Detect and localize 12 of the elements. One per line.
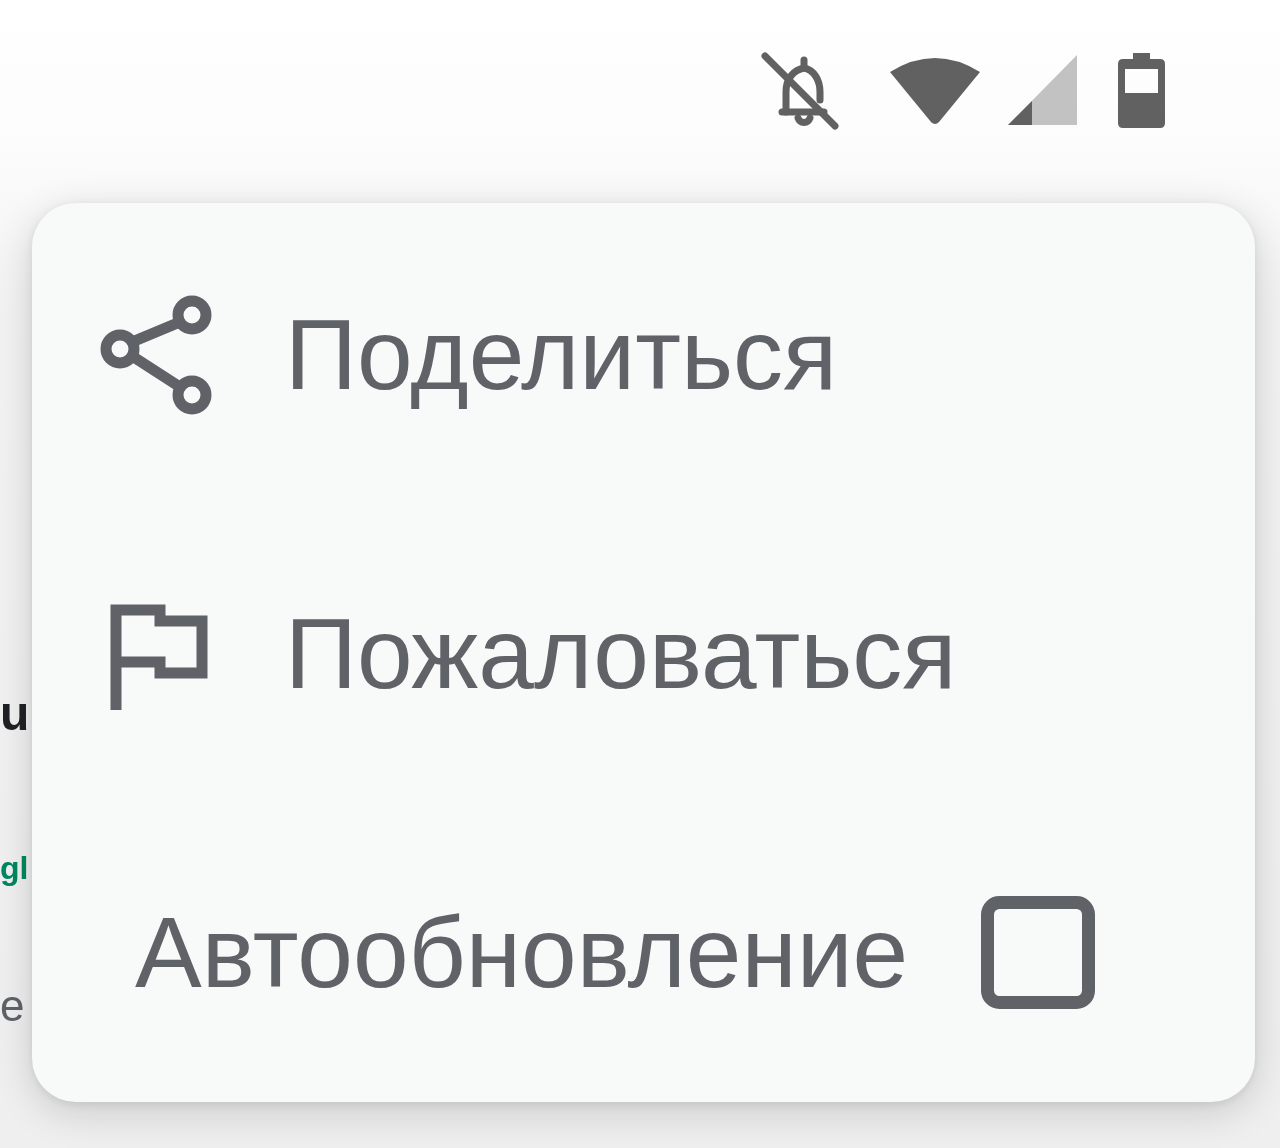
share-icon xyxy=(100,294,212,415)
bell-off-icon xyxy=(760,50,840,130)
checkbox[interactable] xyxy=(981,896,1096,1009)
heading-fragment: u xyxy=(0,690,30,738)
menu-item[interactable]: Автообновление xyxy=(32,803,1255,1102)
signal-icon xyxy=(1008,55,1077,125)
menu-item[interactable]: Пожаловаться xyxy=(32,504,1255,803)
flag-icon xyxy=(110,603,208,710)
battery-icon xyxy=(1118,52,1165,128)
menu-item[interactable]: Поделиться xyxy=(32,205,1255,504)
text-fragment: e xyxy=(0,984,25,1028)
link-fragment: gl xyxy=(0,852,29,884)
